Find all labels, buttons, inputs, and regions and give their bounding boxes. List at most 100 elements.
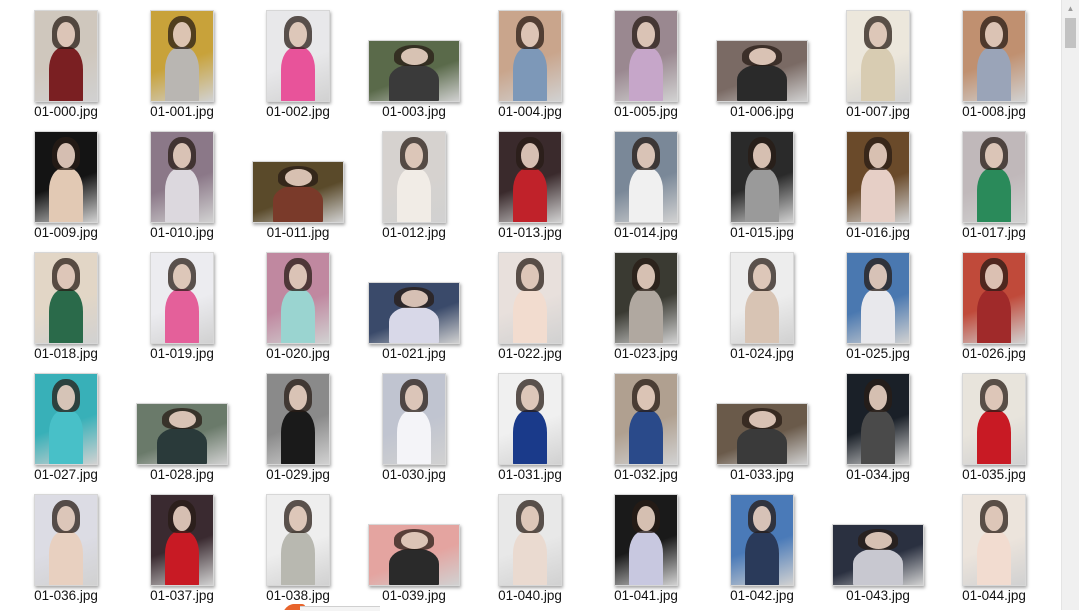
photo-subject-face xyxy=(520,142,540,168)
image-thumbnail[interactable] xyxy=(34,252,98,344)
image-thumbnail[interactable] xyxy=(730,131,794,223)
image-thumbnail[interactable] xyxy=(614,131,678,223)
image-thumbnail[interactable] xyxy=(150,10,214,102)
image-thumbnail[interactable] xyxy=(962,10,1026,102)
image-thumbnail[interactable] xyxy=(614,373,678,465)
image-thumbnail[interactable] xyxy=(614,10,678,102)
file-item[interactable]: 01-013.jpg xyxy=(480,127,580,245)
photo-subject-outfit xyxy=(976,168,1012,222)
image-thumbnail[interactable] xyxy=(614,494,678,586)
file-item[interactable]: 01-000.jpg xyxy=(16,6,116,124)
file-item[interactable]: 01-001.jpg xyxy=(132,6,232,124)
file-item[interactable]: 01-012.jpg xyxy=(364,127,464,245)
image-thumbnail[interactable] xyxy=(266,373,330,465)
file-item[interactable]: 01-005.jpg xyxy=(596,6,696,124)
image-thumbnail[interactable] xyxy=(150,252,214,344)
file-item[interactable]: 01-002.jpg xyxy=(248,6,348,124)
file-item[interactable]: 01-042.jpg xyxy=(712,490,812,608)
photo-subject-face xyxy=(172,505,192,531)
image-thumbnail[interactable] xyxy=(962,252,1026,344)
scroll-up-icon[interactable]: ▲ xyxy=(1062,0,1079,17)
image-thumbnail[interactable] xyxy=(150,131,214,223)
image-thumbnail[interactable] xyxy=(498,131,562,223)
photo-subject-outfit xyxy=(164,47,200,101)
image-thumbnail[interactable] xyxy=(266,252,330,344)
file-item[interactable]: 01-043.jpg xyxy=(828,490,928,608)
image-thumbnail[interactable] xyxy=(614,252,678,344)
image-thumbnail[interactable] xyxy=(962,131,1026,223)
file-item[interactable]: 01-034.jpg xyxy=(828,369,928,487)
file-item[interactable]: 01-007.jpg xyxy=(828,6,928,124)
file-item[interactable]: 01-039.jpg xyxy=(364,490,464,608)
file-item[interactable]: 01-008.jpg xyxy=(944,6,1044,124)
file-item[interactable]: 01-024.jpg xyxy=(712,248,812,366)
file-item[interactable]: 01-003.jpg xyxy=(364,6,464,124)
image-thumbnail[interactable] xyxy=(498,494,562,586)
image-thumbnail[interactable] xyxy=(34,131,98,223)
image-thumbnail[interactable] xyxy=(382,373,446,465)
image-thumbnail[interactable] xyxy=(730,494,794,586)
image-thumbnail[interactable] xyxy=(34,494,98,586)
image-thumbnail[interactable] xyxy=(266,494,330,586)
image-thumbnail[interactable] xyxy=(730,252,794,344)
file-item[interactable]: 01-040.jpg xyxy=(480,490,580,608)
image-thumbnail[interactable] xyxy=(34,373,98,465)
scrollbar-thumb[interactable] xyxy=(1065,18,1076,48)
file-item[interactable]: 01-032.jpg xyxy=(596,369,696,487)
file-item[interactable]: 01-030.jpg xyxy=(364,369,464,487)
photo-subject-face xyxy=(636,505,656,531)
file-item[interactable]: 01-037.jpg xyxy=(132,490,232,608)
file-item[interactable]: 01-029.jpg xyxy=(248,369,348,487)
image-thumbnail[interactable] xyxy=(266,10,330,102)
image-thumbnail[interactable] xyxy=(962,494,1026,586)
file-item[interactable]: 01-019.jpg xyxy=(132,248,232,366)
image-thumbnail[interactable] xyxy=(368,524,460,586)
file-item[interactable]: 01-009.jpg xyxy=(16,127,116,245)
image-thumbnail[interactable] xyxy=(368,282,460,344)
file-item[interactable]: 01-033.jpg xyxy=(712,369,812,487)
image-thumbnail[interactable] xyxy=(716,40,808,102)
file-item[interactable]: 01-004.jpg xyxy=(480,6,580,124)
file-item[interactable]: 01-027.jpg xyxy=(16,369,116,487)
image-thumbnail[interactable] xyxy=(498,10,562,102)
file-item[interactable]: 01-014.jpg xyxy=(596,127,696,245)
file-item[interactable]: 01-044.jpg xyxy=(944,490,1044,608)
file-item[interactable]: 01-011.jpg xyxy=(248,127,348,245)
photo-subject-outfit xyxy=(164,531,200,585)
image-thumbnail[interactable] xyxy=(498,252,562,344)
file-item[interactable]: 01-021.jpg xyxy=(364,248,464,366)
file-item[interactable]: 01-022.jpg xyxy=(480,248,580,366)
file-item[interactable]: 01-031.jpg xyxy=(480,369,580,487)
file-item[interactable]: 01-020.jpg xyxy=(248,248,348,366)
image-thumbnail[interactable] xyxy=(846,131,910,223)
file-item[interactable]: 01-016.jpg xyxy=(828,127,928,245)
file-item[interactable]: 01-018.jpg xyxy=(16,248,116,366)
image-thumbnail[interactable] xyxy=(34,10,98,102)
image-thumbnail[interactable] xyxy=(252,161,344,223)
image-thumbnail[interactable] xyxy=(368,40,460,102)
image-thumbnail[interactable] xyxy=(846,252,910,344)
image-thumbnail[interactable] xyxy=(846,373,910,465)
file-item[interactable]: 01-006.jpg xyxy=(712,6,812,124)
file-name-label: 01-035.jpg xyxy=(962,467,1026,482)
image-thumbnail[interactable] xyxy=(962,373,1026,465)
image-thumbnail[interactable] xyxy=(498,373,562,465)
file-item[interactable]: 01-023.jpg xyxy=(596,248,696,366)
file-item[interactable]: 01-036.jpg xyxy=(16,490,116,608)
file-item[interactable]: 01-015.jpg xyxy=(712,127,812,245)
image-thumbnail[interactable] xyxy=(846,10,910,102)
file-item[interactable]: 01-017.jpg xyxy=(944,127,1044,245)
file-item[interactable]: 01-028.jpg xyxy=(132,369,232,487)
file-item[interactable]: 01-035.jpg xyxy=(944,369,1044,487)
file-item[interactable]: 01-026.jpg xyxy=(944,248,1044,366)
image-thumbnail[interactable] xyxy=(716,403,808,465)
image-thumbnail[interactable] xyxy=(150,494,214,586)
image-thumbnail[interactable] xyxy=(136,403,228,465)
file-item[interactable]: 01-025.jpg xyxy=(828,248,928,366)
image-thumbnail[interactable] xyxy=(382,131,446,223)
file-item[interactable]: 01-038.jpg xyxy=(248,490,348,608)
image-thumbnail[interactable] xyxy=(832,524,924,586)
vertical-scrollbar[interactable]: ▲ xyxy=(1061,0,1079,610)
file-item[interactable]: 01-041.jpg xyxy=(596,490,696,608)
file-item[interactable]: 01-010.jpg xyxy=(132,127,232,245)
